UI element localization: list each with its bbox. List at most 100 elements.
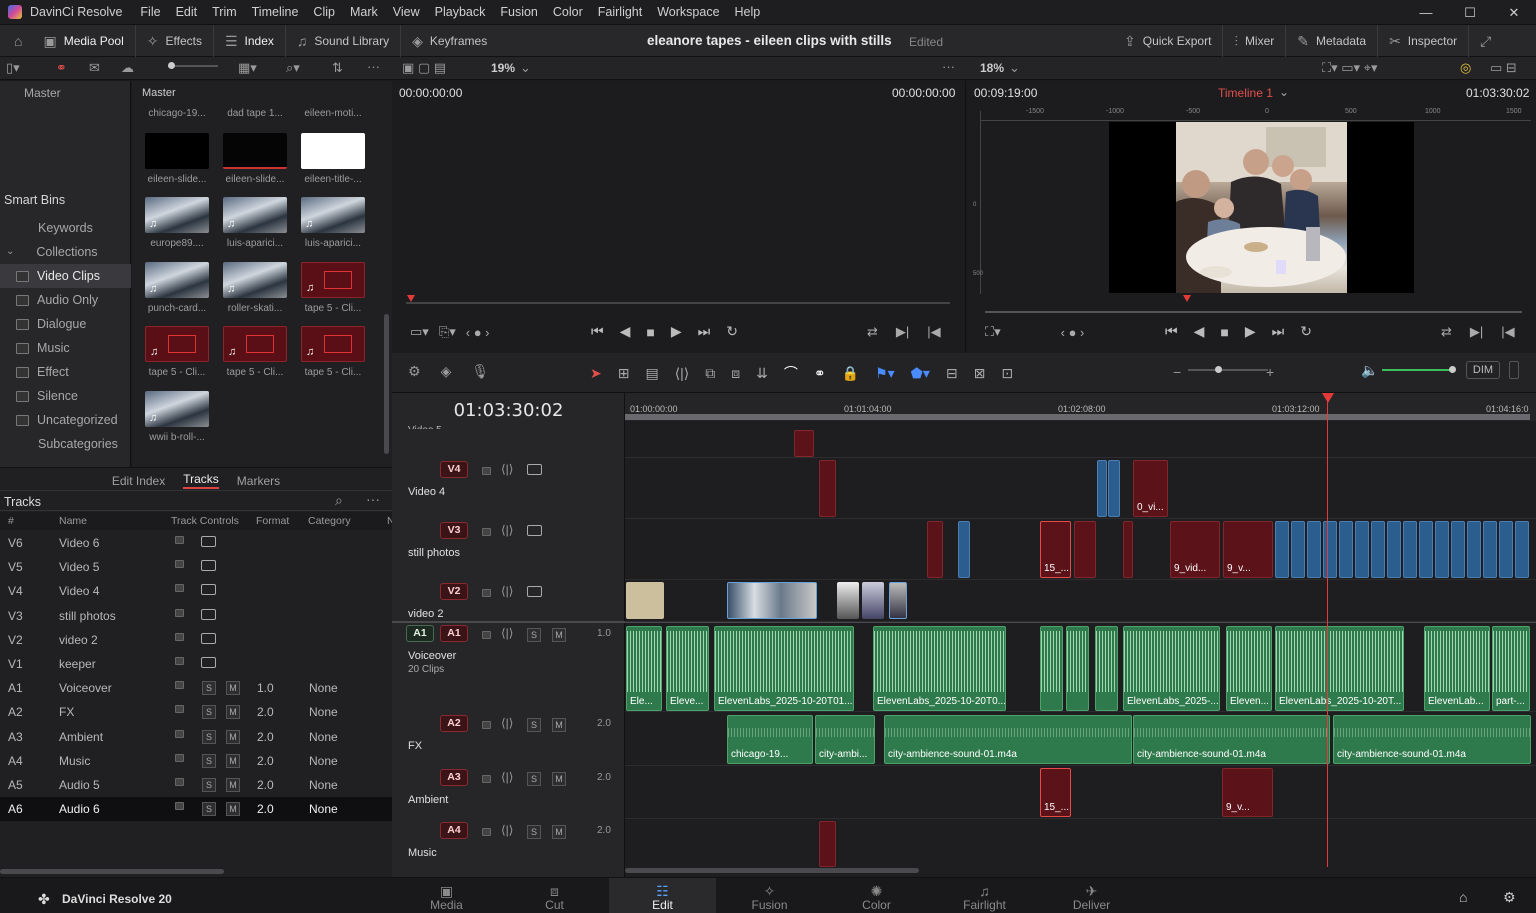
menu-mark[interactable]: Mark (350, 5, 378, 19)
timeline-clip[interactable]: city-ambience-sound-01.m4a (1133, 715, 1330, 764)
viewer-size-icon[interactable]: ⛶▾ (985, 324, 1001, 340)
media-clip-thumbnail[interactable]: ♫ tape 5 - Cli... (216, 326, 294, 378)
zoom-custom-icon[interactable]: ⊡ (1001, 365, 1013, 382)
lock-icon[interactable] (482, 589, 491, 597)
mute-button[interactable]: M (226, 729, 240, 744)
track-index-row[interactable]: V1 keeper (0, 652, 392, 676)
page-fairlight[interactable]: ♫ Fairlight (931, 878, 1038, 913)
menu-playback[interactable]: Playback (435, 5, 486, 19)
timeline-clip[interactable] (1097, 460, 1107, 517)
video-track-toggle-icon[interactable] (201, 608, 216, 620)
chevron-down-icon[interactable]: ⌄ (1279, 85, 1289, 99)
zoom-out-icon[interactable]: − (1173, 365, 1181, 379)
mixer-button[interactable]: ⫶ Mixer (1223, 25, 1287, 57)
go-to-end-icon[interactable]: ⏭ (698, 323, 711, 340)
bin-effect[interactable]: Effect (0, 360, 131, 384)
chevron-down-icon[interactable]: ⌄ (1009, 60, 1020, 76)
page-media[interactable]: ▣ Media (393, 878, 500, 913)
selection-tool-icon[interactable]: ➤ (590, 365, 602, 382)
media-clip-thumbnail[interactable]: eileen-moti... (294, 108, 372, 119)
menu-fairlight[interactable]: Fairlight (598, 5, 642, 19)
close-icon[interactable]: ✕ (1492, 5, 1536, 21)
solo-button[interactable]: S (527, 718, 541, 732)
linked-selection-icon[interactable]: ⚭ (814, 365, 826, 382)
auto-track-select-icon[interactable]: ⟨|⟩ (501, 462, 513, 476)
color-icon[interactable]: ◎ (1460, 60, 1471, 76)
source-zoom[interactable]: 19% (491, 61, 515, 75)
track-badge[interactable]: A4 (440, 822, 468, 839)
media-clip-thumbnail[interactable]: ♫ luis-aparici... (216, 197, 294, 249)
menu-help[interactable]: Help (735, 5, 761, 19)
mark-in-icon[interactable]: ▶| (896, 324, 909, 340)
playhead-handle[interactable] (1322, 393, 1334, 403)
timeline-clip[interactable]: ElevenLabs_2025-10-20T... (1275, 626, 1404, 711)
bin-silence[interactable]: Silence (0, 384, 131, 408)
timeline-clip[interactable] (1066, 626, 1089, 711)
timeline-clip[interactable] (1355, 521, 1369, 578)
lock-icon[interactable] (175, 778, 184, 786)
solo-button[interactable]: S (202, 681, 216, 696)
track-badge[interactable]: V3 (440, 522, 468, 539)
overwrite-clip-icon[interactable]: ⧈ (731, 365, 740, 382)
lock-icon[interactable] (482, 721, 491, 729)
mark-in-icon[interactable]: ▶| (1470, 324, 1483, 340)
tab-tracks[interactable]: Tracks (183, 472, 219, 489)
keywords-bin[interactable]: Keywords (0, 216, 131, 240)
page-fusion[interactable]: ✧ Fusion (716, 878, 823, 913)
marker-nav-icon[interactable]: ‹ ● › (466, 325, 490, 340)
track-category[interactable]: None (309, 705, 338, 719)
volume-handle[interactable] (1449, 366, 1456, 373)
insert-clip-icon[interactable]: ⧉ (705, 365, 715, 382)
media-clip-thumbnail[interactable]: eileen-title-... (294, 133, 372, 185)
media-clip-thumbnail[interactable]: eileen-slide... (216, 133, 294, 185)
loop-icon[interactable]: ↻ (1300, 323, 1312, 340)
match-frame-icon[interactable]: ⇄ (1441, 324, 1452, 340)
timeline-clip[interactable]: 15_... (1040, 768, 1071, 817)
timeline-clip[interactable] (1515, 521, 1529, 578)
lock-icon[interactable] (175, 560, 184, 569)
timeline-clip[interactable]: city-ambience-sound-01.m4a (1333, 715, 1531, 764)
inspector-button[interactable]: ✂ Inspector (1378, 25, 1470, 57)
menu-color[interactable]: Color (553, 5, 583, 19)
dynamic-trim-icon[interactable]: ▤ (645, 365, 658, 382)
home-icon[interactable]: ⌂ (1459, 889, 1467, 905)
mark-out-icon[interactable]: |◀ (1501, 324, 1514, 340)
menu-clip[interactable]: Clip (313, 5, 335, 19)
timeline-clip[interactable]: ElevenLabs_2025-10-20T0... (873, 626, 1006, 711)
timeline-clip[interactable] (958, 521, 970, 578)
video-track-toggle-icon[interactable] (201, 560, 216, 572)
source-output-icon[interactable]: ⎘▾ (439, 324, 456, 340)
track-badge[interactable]: V2 (440, 583, 468, 600)
zoom-in-icon[interactable]: + (1266, 365, 1274, 379)
track-badge[interactable]: A1 (440, 625, 468, 642)
track-index-row[interactable]: A1 Voiceover S M 1.0 None (0, 676, 392, 700)
replace-clip-icon[interactable]: ⇊ (756, 365, 768, 382)
timeline-clip[interactable]: ElevenLab... (1424, 626, 1490, 711)
col-track-controls[interactable]: Track Controls (171, 515, 239, 527)
timeline-clip[interactable] (1275, 521, 1289, 578)
timeline-clip[interactable]: city-ambi... (815, 715, 875, 764)
marker-nav-icon[interactable]: ‹ ● › (1061, 325, 1085, 340)
track-index-row[interactable]: V6 Video 6 (0, 531, 392, 555)
mute-button[interactable]: M (226, 705, 240, 720)
viewer-options-icon[interactable]: ⛶▾ ▭▾ ⌖▾ (1322, 60, 1378, 76)
timeline-ruler[interactable]: 01:00:00:00 01:01:04:00 01:02:08:00 01:0… (625, 393, 1536, 421)
timeline-clip[interactable] (1499, 521, 1513, 578)
viewer-size-icon[interactable]: ▭▾ (410, 324, 429, 340)
timeline-clip[interactable] (626, 582, 664, 619)
timeline-clip[interactable] (1074, 521, 1096, 578)
lock-icon[interactable] (175, 536, 184, 544)
mute-button[interactable]: M (226, 753, 240, 768)
menu-edit[interactable]: Edit (176, 5, 198, 19)
track-category[interactable]: None (309, 681, 338, 695)
bin-music[interactable]: Music (0, 336, 131, 360)
keyframes-button[interactable]: ◈ Keyframes (401, 25, 498, 57)
dim-button[interactable]: DIM (1466, 361, 1500, 379)
play-icon[interactable]: ▶ (671, 323, 682, 340)
timeline-clip[interactable] (862, 582, 884, 619)
zoom-detail-icon[interactable]: ⊠ (974, 365, 986, 382)
timeline-clip[interactable]: city-ambience-sound-01.m4a (884, 715, 1132, 764)
workspace-toggle-button[interactable]: ⌂ (0, 25, 32, 57)
blade-tool-icon[interactable]: ⟨|⟩ (675, 365, 690, 382)
media-clip-thumbnail[interactable]: ♫ punch-card... (138, 262, 216, 314)
